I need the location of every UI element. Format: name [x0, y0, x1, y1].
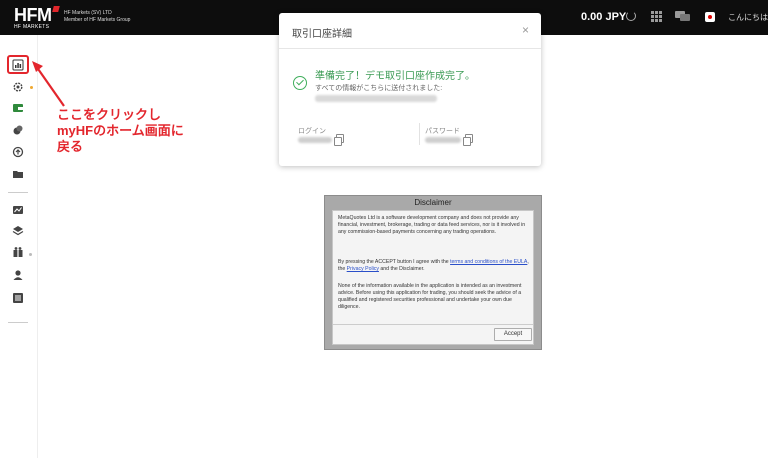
japan-flag-icon[interactable] [705, 12, 715, 22]
transfer-icon[interactable] [12, 146, 24, 158]
privacy-policy-link[interactable]: Privacy Policy [347, 266, 379, 272]
disclaimer-dialog: Disclaimer MetaQuotes Ltd is a software … [324, 195, 542, 350]
eula-link[interactable]: terms and conditions of the EULA [450, 259, 527, 265]
success-message: 準備完了！デモ取引口座作成完了。 [315, 71, 475, 82]
login-label: ログイン [298, 128, 326, 135]
layers-icon[interactable] [12, 225, 24, 237]
sent-info-text: すべての情報がこちらに送付されました: [315, 85, 443, 92]
copy-login-icon[interactable] [334, 134, 344, 146]
modal-title: 取引口座詳細 [292, 29, 352, 40]
disclaimer-body: MetaQuotes Ltd is a software development… [332, 210, 534, 345]
chart-icon[interactable] [12, 204, 24, 216]
disclaimer-title: Disclaimer [414, 198, 452, 207]
list-icon[interactable] [12, 292, 24, 304]
disclaimer-paragraph-3: None of the information available in the… [338, 283, 522, 310]
annotation-arrow [32, 61, 65, 107]
menu-dot [29, 253, 32, 256]
user-icon[interactable] [12, 269, 24, 281]
field-divider [419, 123, 420, 145]
blurred-password [425, 137, 461, 143]
annotation-text: ここをクリックし myHFのホーム画面に 戻る [57, 107, 184, 154]
apps-grid-icon[interactable] [651, 11, 662, 22]
highlight-box [7, 55, 29, 74]
check-circle-icon [293, 76, 307, 90]
modal-divider [279, 48, 541, 49]
wallet-icon[interactable] [12, 102, 24, 114]
chat-icon[interactable] [675, 11, 691, 22]
user-greeting[interactable]: こんにちは [728, 12, 768, 23]
close-icon[interactable]: × [522, 23, 529, 37]
copy-password-icon[interactable] [463, 134, 473, 146]
sidebar-divider [8, 322, 28, 323]
password-label: パスワード [425, 128, 460, 135]
account-balance: 0.00 JPY [581, 11, 627, 23]
account-details-modal: 取引口座詳細 × 準備完了！デモ取引口座作成完了。 すべての情報がこちらに送付さ… [279, 13, 541, 166]
entity-info: HF Markets (SV) LTD Member of HF Markets… [64, 10, 131, 23]
folder-icon[interactable] [12, 168, 24, 180]
disclaimer-paragraph-2: By pressing the ACCEPT button I agree wi… [338, 259, 529, 272]
hfm-logo[interactable]: HFM [14, 6, 60, 24]
blurred-login [298, 137, 332, 143]
sidebar-divider [8, 192, 28, 193]
gear-icon[interactable] [12, 81, 24, 93]
refresh-icon[interactable] [626, 11, 636, 21]
gift-icon[interactable] [12, 246, 24, 258]
disclaimer-divider [333, 324, 533, 325]
logo-subtitle: HF MARKETS [14, 24, 50, 30]
blurred-email [315, 95, 437, 102]
accept-button[interactable]: Accept [494, 328, 532, 341]
disclaimer-paragraph-1: MetaQuotes Ltd is a software development… [338, 215, 526, 235]
coins-icon[interactable] [12, 124, 24, 136]
